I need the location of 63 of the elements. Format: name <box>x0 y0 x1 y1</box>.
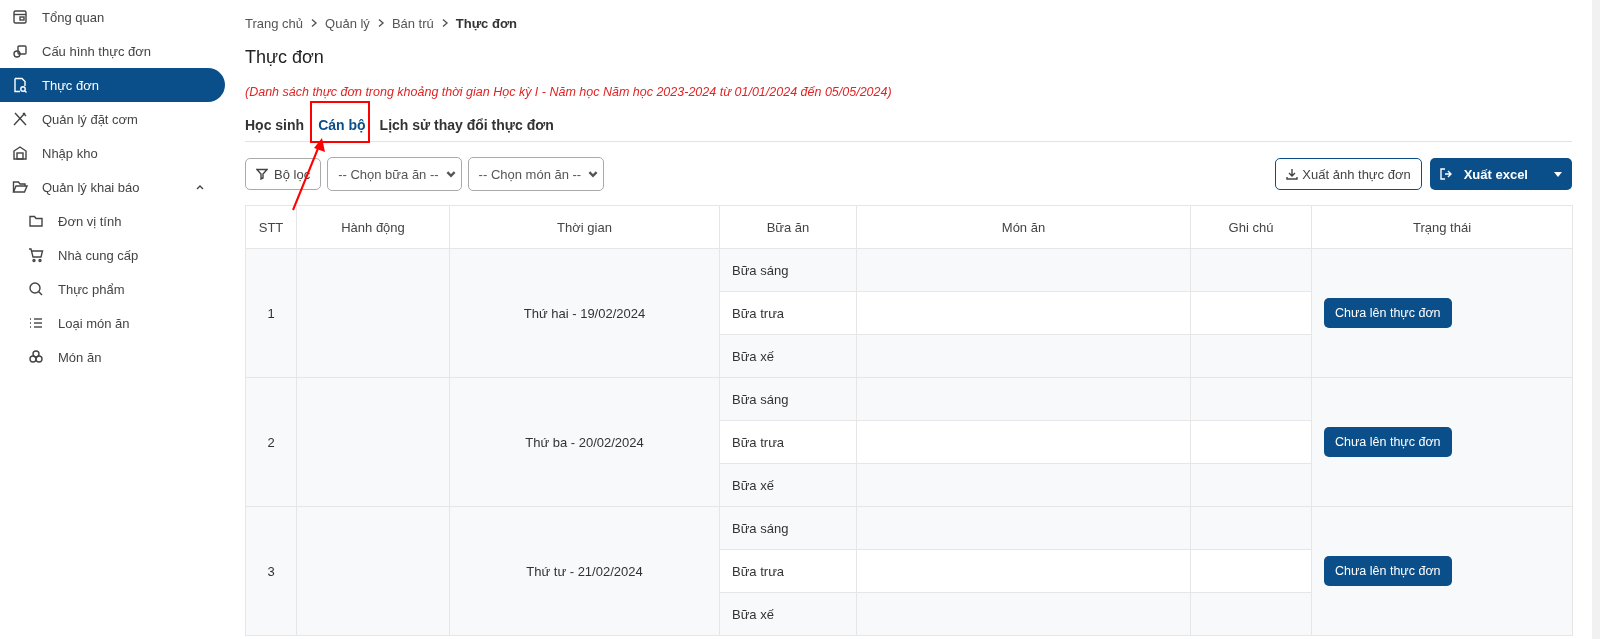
table-cell: Bữa trưa <box>719 291 857 335</box>
download-icon <box>1286 168 1299 180</box>
table-cell: 1 <box>245 248 297 378</box>
table-cell: Bữa sáng <box>719 248 857 292</box>
meal-select[interactable]: -- Chọn bữa ăn -- <box>327 157 462 191</box>
table-cell: Bữa sáng <box>719 377 857 421</box>
breadcrumb-current: Thực đơn <box>455 15 518 31</box>
calendar-icon <box>12 9 28 25</box>
table-cell: Thứ ba - 20/02/2024 <box>449 377 720 507</box>
bowl-icon <box>28 349 44 365</box>
highlight-box <box>310 101 370 143</box>
submenu-item[interactable]: Thực phẩm <box>0 272 225 306</box>
table-cell: Bữa trưa <box>719 420 857 464</box>
table-cell: 3 <box>245 506 297 636</box>
column-header: Thời gian <box>449 205 720 249</box>
warehouse-icon <box>12 145 28 161</box>
column-header: Bữa ăn <box>719 205 857 249</box>
menu-item[interactable]: Thực đơn <box>0 68 225 102</box>
document-search-icon <box>12 77 28 93</box>
table-cell: Bữa trưa <box>719 549 857 593</box>
column-header: Món ăn <box>856 205 1191 249</box>
table-cell: Bữa xế <box>719 463 857 507</box>
table-cell: Bữa xế <box>719 592 857 636</box>
submenu-item[interactable]: Món ăn <box>0 340 225 374</box>
breadcrumb-link[interactable]: Bán trú <box>391 15 434 31</box>
export-icon <box>1439 168 1452 180</box>
table-cell: 2 <box>245 377 297 507</box>
search-icon <box>28 281 44 297</box>
menu-item[interactable]: Quản lý đặt cơm <box>0 102 225 136</box>
folder-icon <box>28 213 44 229</box>
submenu-item[interactable]: Đơn vị tính <box>0 204 225 238</box>
status-button[interactable]: Chưa lên thực đơn <box>1324 427 1452 457</box>
table-cell: Thứ hai - 19/02/2024 <box>449 248 720 378</box>
menu-item[interactable]: Nhập kho <box>0 136 225 170</box>
menu-item[interactable]: Tổng quan <box>0 0 225 34</box>
folder-open-icon <box>12 179 28 195</box>
column-header: Hành động <box>296 205 450 249</box>
cart-icon <box>28 247 44 263</box>
caret-icon <box>1554 171 1562 177</box>
status-button[interactable]: Chưa lên thực đơn <box>1324 298 1452 328</box>
page-title: Thực đơn <box>245 47 325 69</box>
column-header: Ghi chú <box>1190 205 1312 249</box>
column-header: STT <box>245 205 297 249</box>
dish-select[interactable]: -- Chọn món ăn -- <box>467 157 605 191</box>
submenu-item[interactable]: Nhà cung cấp <box>0 238 225 272</box>
table-cell: Thứ tư - 21/02/2024 <box>449 506 720 636</box>
tab[interactable]: Học sinh <box>245 115 309 133</box>
export-excel-button[interactable]: Xuất excel <box>1429 158 1572 190</box>
filter-icon <box>256 168 268 180</box>
submenu-item[interactable]: Loại món ăn <box>0 306 225 340</box>
menu-item[interactable]: Cấu hình thực đơn <box>0 34 225 68</box>
list-icon <box>28 315 44 331</box>
menu-item[interactable]: Quản lý khai báo <box>0 170 225 204</box>
tab[interactable]: Lịch sử thay đổi thực đơn <box>379 115 558 133</box>
tab[interactable]: Cán bộ <box>318 115 370 133</box>
column-header: Trạng thái <box>1311 205 1573 249</box>
table-cell: Bữa sáng <box>719 506 857 550</box>
breadcrumb-link[interactable]: Quản lý <box>325 15 370 31</box>
export-image-button[interactable]: Xuất ảnh thực đơn <box>1275 158 1422 190</box>
breadcrumb-link[interactable]: Trang chủ <box>245 15 304 31</box>
table-cell: Bữa xế <box>719 334 857 378</box>
date-range-note: (Danh sách thực đơn trong khoảng thời gian Học kỳ I - Năm học Năm học 2023-2024 từ 01/01/2024 đến 05/05/2024) <box>245 85 893 99</box>
status-button[interactable]: Chưa lên thực đơn <box>1324 556 1452 586</box>
